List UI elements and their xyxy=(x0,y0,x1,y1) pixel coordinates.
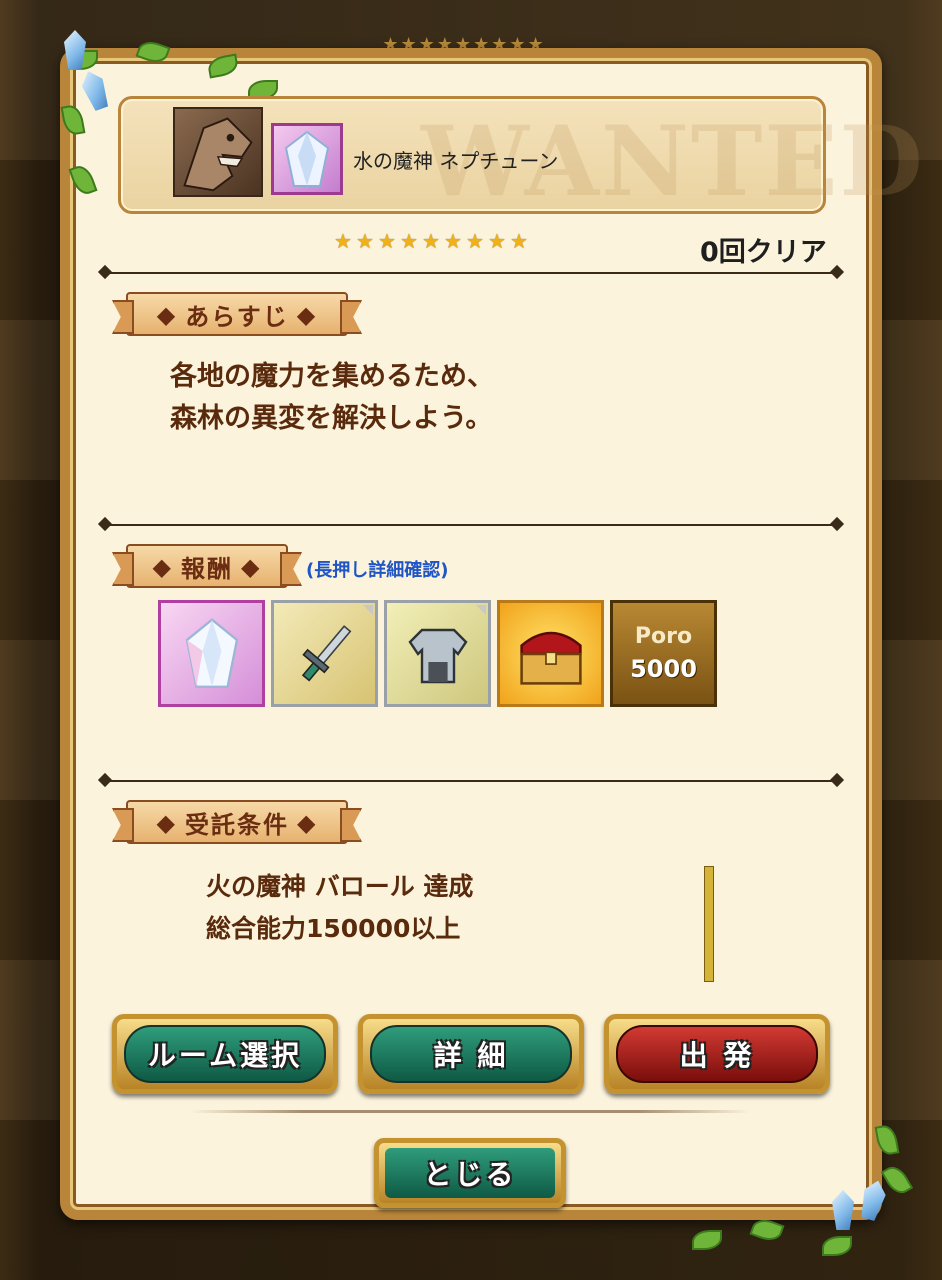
condition-text: 火の魔神 バロール 達成 総合能力150000以上 xyxy=(206,872,474,943)
star-icon: ★ xyxy=(466,229,484,253)
details-label: 詳 細 xyxy=(433,1039,509,1072)
star-icon: ★ xyxy=(400,229,418,253)
star-icon: ★ xyxy=(488,229,506,253)
story-text: 各地の魔力を集めるため、 森林の異変を解決しよう。 xyxy=(170,361,494,434)
reward-list: Poro 5000 xyxy=(158,600,717,707)
divider xyxy=(100,272,842,274)
reward-armor[interactable] xyxy=(384,600,491,707)
star-icon: ★ xyxy=(378,229,396,253)
poro-amount: 5000 xyxy=(630,655,697,683)
condition-section-title: ◆ 受託条件 ◆ xyxy=(126,800,348,844)
water-crystal-icon xyxy=(271,123,343,195)
sword-icon xyxy=(301,624,351,682)
armor-icon xyxy=(407,628,468,683)
crystal-gem-icon xyxy=(185,617,238,688)
star-icon: ★ xyxy=(510,229,528,253)
star-icon: ★ xyxy=(444,229,462,253)
reward-poro[interactable]: Poro 5000 xyxy=(610,600,717,707)
room-select-label: ルーム選択 xyxy=(147,1039,303,1072)
reward-treasure-chest[interactable] xyxy=(497,600,604,707)
reward-hint: (長押し詳細確認) xyxy=(306,560,449,581)
star-icon: ★ xyxy=(422,229,440,253)
room-select-button[interactable]: ルーム選択 xyxy=(112,1014,338,1094)
clear-count: 0回クリア xyxy=(700,237,827,268)
close-button[interactable]: とじる xyxy=(374,1138,566,1208)
dragon-boss-icon xyxy=(173,107,263,197)
difficulty-stars: ★ ★ ★ ★ ★ ★ ★ ★ ★ xyxy=(334,229,529,253)
reward-crystal-gem[interactable] xyxy=(158,600,265,707)
story-section-title: ◆ あらすじ ◆ xyxy=(126,292,348,336)
depart-label: 出 発 xyxy=(679,1039,755,1072)
depart-button[interactable]: 出 発 xyxy=(604,1014,830,1094)
condition-scrollbar[interactable] xyxy=(704,866,714,982)
reward-sword[interactable] xyxy=(271,600,378,707)
reward-section-title: ◆ 報酬 ◆ xyxy=(126,544,288,588)
crystal-icon xyxy=(832,1190,854,1230)
divider xyxy=(100,780,842,782)
star-icon: ★ xyxy=(334,229,352,253)
divider xyxy=(190,1110,750,1113)
poro-currency-icon: Poro xyxy=(634,624,693,649)
divider xyxy=(100,524,842,526)
treasure-chest-icon xyxy=(519,631,582,685)
close-label: とじる xyxy=(423,1158,517,1191)
vine-decoration-bottom-right xyxy=(672,1110,932,1280)
star-icon: ★ xyxy=(356,229,374,253)
details-button[interactable]: 詳 細 xyxy=(358,1014,584,1094)
boss-name: 水の魔神 ネプチューン xyxy=(353,149,559,173)
quest-header: WANTED 水の魔神 ネプチューン xyxy=(118,96,923,218)
